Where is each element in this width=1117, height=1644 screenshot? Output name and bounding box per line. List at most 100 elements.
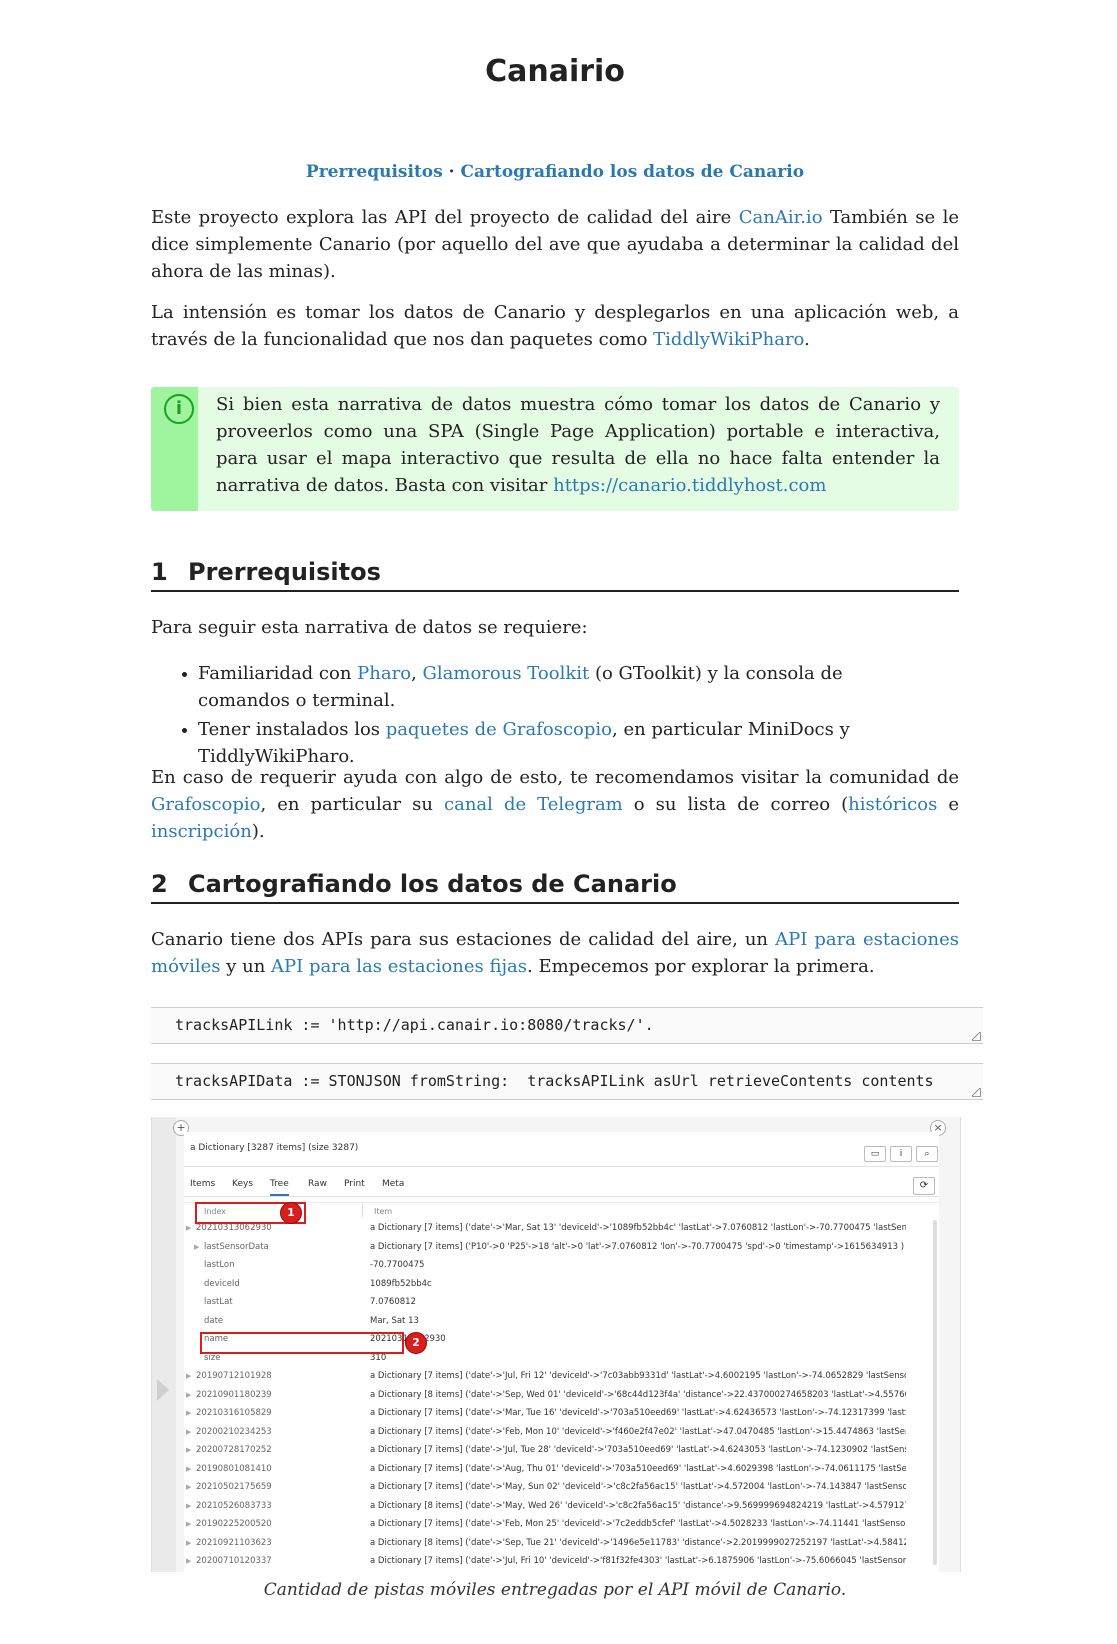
expand-triangle-icon[interactable]: ▶ [186,1478,191,1496]
table-row[interactable]: ▶ 20190801081410 a Dictionary [7 items] ('… [184,1460,934,1478]
help-text-c: o su lista de correo ( [622,794,849,815]
scrollbar[interactable] [933,1220,937,1565]
expand-triangle-icon[interactable]: ▶ [186,1386,191,1404]
table-row[interactable]: ▶ 20210921103623 a Dictionary [8 items] ('… [184,1534,934,1552]
inspector-left-strip [152,1117,176,1572]
column-separator [362,1203,363,1217]
list-item: Tener instalados los paquetes de Grafosc… [182,716,938,770]
tab-raw[interactable]: Raw [308,1179,327,1189]
expand-triangle-icon[interactable]: ▶ [186,1423,191,1441]
section-1-number: 1 [151,558,168,586]
row-index-text: 20210901180239 [196,1389,272,1400]
expand-triangle-icon[interactable]: ▶ [186,1552,191,1570]
resize-grip-icon[interactable] [972,1088,981,1097]
inspector-header: a Dictionary [3287 items] (size 3287) ▭ … [184,1132,939,1167]
table-row[interactable]: ▶ 20200210234253 a Dictionary [7 items] ('… [184,1423,934,1441]
tab-keys[interactable]: Keys [232,1179,253,1189]
telegram-link[interactable]: canal de Telegram [444,794,623,815]
toc-link-prerrequisitos[interactable]: Prerrequisitos [306,162,443,182]
book-icon[interactable]: ▭ [864,1146,886,1162]
code-1-text: tracksAPILink := 'http://api.canair.io:8… [175,1016,654,1034]
expand-triangle-icon[interactable]: ▶ [186,1534,191,1552]
grafoscopio-packages-link[interactable]: paquetes de Grafoscopio [386,719,612,740]
requirements-list: Familiaridad con Pharo, Glamorous Toolki… [151,660,1006,772]
tiddlywikipharo-link[interactable]: TiddlyWikiPharo [653,329,804,350]
row-index-text: date [204,1315,224,1326]
toc-link-cartografiando[interactable]: Cartografiando los datos de Canario [460,162,804,182]
row-item-cell: 7.0760812 [370,1297,416,1307]
canair-link[interactable]: CanAir.io [739,207,823,228]
help-text-a: En caso de requerir ayuda con algo de es… [151,767,959,788]
tab-meta[interactable]: Meta [382,1179,404,1189]
expand-triangle-icon[interactable]: ▶ [186,1460,191,1478]
table-row[interactable]: ▶ 20210901180239 a Dictionary [8 items] ('… [184,1386,934,1404]
table-row[interactable]: lastLat 7.0760812 [184,1293,934,1311]
inspector-screenshot: + × a Dictionary [3287 items] (size 3287… [151,1117,961,1572]
help-paragraph: En caso de requerir ayuda con algo de es… [151,764,959,845]
expand-triangle-icon[interactable]: ▶ [186,1367,191,1385]
table-row[interactable]: ▶ 20190712101928 a Dictionary [7 items] ('… [184,1367,934,1385]
refresh-icon[interactable]: ⟳ [913,1177,935,1195]
glamorous-toolkit-link[interactable]: Glamorous Toolkit [423,663,590,684]
figure-caption: Cantidad de pistas móviles entregadas po… [263,1580,847,1600]
code-block-1[interactable]: tracksAPILink := 'http://api.canair.io:8… [151,1007,983,1044]
req2-text-a: Tener instalados los [198,719,386,740]
expand-triangle-icon[interactable]: ▶ [194,1238,199,1256]
help-text-e: ). [251,821,265,842]
table-row[interactable]: ▶ 20210316105829 a Dictionary [7 items] ('… [184,1404,934,1422]
table-row[interactable]: ▶ 20210502175659 a Dictionary [7 items] ('… [184,1478,934,1496]
row-index-text: 20190801081410 [196,1463,272,1474]
table-row[interactable]: ▶ 20200710120337 a Dictionary [7 items] ('… [184,1552,934,1570]
highlight-box-2 [200,1332,404,1354]
row-item-cell: 1089fb52bb4c [370,1278,432,1289]
resize-grip-icon[interactable] [972,1032,981,1041]
section-1-lead: Para seguir esta narrativa de datos se r… [151,617,588,638]
code-block-2[interactable]: tracksAPIData := STONJSON fromString: tr… [151,1063,983,1100]
expand-triangle-icon[interactable]: ▶ [186,1441,191,1459]
row-index-text: 20190712101928 [196,1371,272,1381]
row-index-text: lastLat [204,1297,233,1307]
section-2-paragraph: Canario tiene dos APIs para sus estacion… [151,926,959,980]
info-button-icon[interactable]: i [890,1146,912,1162]
s2-text-a: Canario tiene dos APIs para sus estacion… [151,929,776,950]
tab-tree[interactable]: Tree [270,1179,289,1196]
row-index-text: 20200710120337 [196,1556,272,1566]
expand-triangle-icon[interactable]: ▶ [186,1497,191,1515]
expand-triangle-icon[interactable]: ▶ [186,1219,191,1237]
row-item-cell: a Dictionary [7 items] ('date'->'Jul, Fr… [370,1556,906,1566]
section-2-number: 2 [151,870,168,898]
intro-paragraph-1: Este proyecto explora las API del proyec… [151,204,959,285]
tab-print[interactable]: Print [344,1179,365,1189]
s2-text-c: . Empecemos por explorar la primera. [527,956,875,977]
row-index-text: 20190225200520 [196,1519,272,1529]
row-item-cell: a Dictionary [7 items] ('date'->'Feb, Mo… [370,1426,906,1437]
expand-triangle-icon[interactable]: ▶ [186,1404,191,1422]
table-row[interactable]: date Mar, Sat 13 [184,1312,934,1330]
table-row[interactable]: ▶ 20200728170252 a Dictionary [7 items] ('… [184,1441,934,1459]
search-icon[interactable]: ⌕ [916,1146,938,1162]
note-text: Si bien esta narrativa de datos muestra … [216,391,940,499]
tab-items[interactable]: Items [190,1179,215,1189]
section-1-heading: 1 Prerrequisitos [151,556,959,592]
grafoscopio-link[interactable]: Grafoscopio [151,794,261,815]
historicos-link[interactable]: históricos [848,794,937,815]
table-row[interactable]: lastLon -70.7700475 [184,1256,934,1274]
req1-text-a: Familiaridad con [198,663,358,684]
section-2-title: Cartografiando los datos de Canario [188,870,677,898]
fixed-api-link[interactable]: API para las estaciones fijas [271,956,527,977]
row-item-cell: a Dictionary [8 items] ('date'->'May, We… [370,1500,906,1511]
expand-arrow-icon[interactable] [157,1379,169,1401]
req1-text-b: , [411,663,423,684]
row-item-cell: a Dictionary [7 items] ('P10'->0 'P25'->… [370,1241,905,1252]
page-title: Canairio [485,54,625,89]
expand-triangle-icon[interactable]: ▶ [186,1515,191,1533]
table-row[interactable]: ▶ 20190225200520 a Dictionary [7 items] ('… [184,1515,934,1533]
table-row[interactable]: ▶ 20210526083733 a Dictionary [8 items] ('… [184,1497,934,1515]
canario-tiddlyhost-link[interactable]: https://canario.tiddlyhost.com [553,475,826,496]
section-2-heading: 2 Cartografiando los datos de Canario [151,868,959,904]
row-item-cell: 310 [370,1352,387,1363]
table-row[interactable]: ▶ lastSensorData a Dictionary [7 items] ('… [184,1238,934,1256]
inscripcion-link[interactable]: inscripción [151,821,252,842]
pharo-link[interactable]: Pharo [357,663,411,684]
table-row[interactable]: deviceId 1089fb52bb4c [184,1275,934,1293]
